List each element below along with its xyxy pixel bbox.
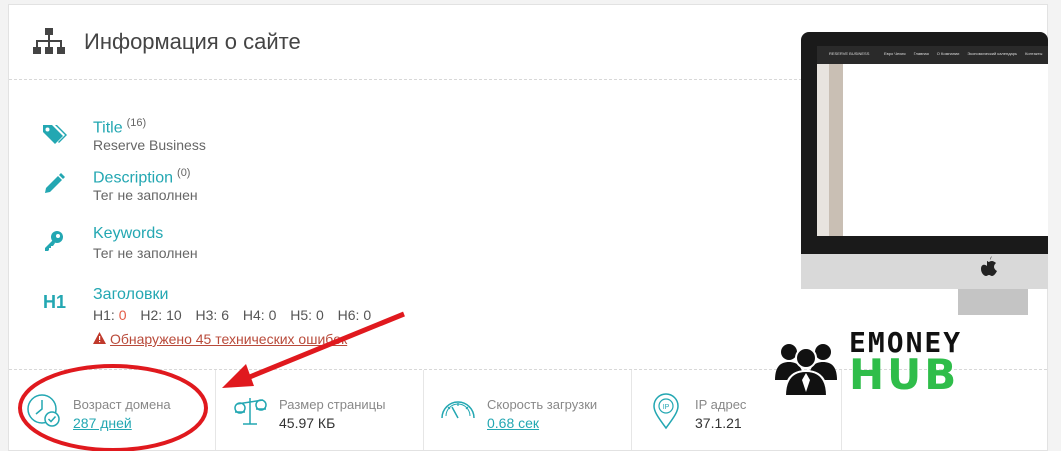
scales-icon (234, 398, 267, 425)
heading-count-h3: H3: 6 (195, 307, 230, 323)
meta-title-row: Title (16) Reserve Business (9, 117, 429, 161)
pencil-icon (45, 173, 65, 193)
meta-description-value: Тег не заполнен (93, 187, 198, 203)
clock-check-icon (27, 394, 60, 427)
heading-count-h2: H2: 10 (140, 307, 182, 323)
logo-line2: HUB (849, 350, 960, 399)
stat-load-speed: Скорость загрузки 0.68 сек (423, 370, 632, 450)
meta-title-value: Reserve Business (93, 137, 206, 153)
emoney-hub-logo: EMONEY HUB (771, 326, 991, 396)
page-title: Информация о сайте (84, 29, 301, 54)
domain-age-label: Возраст домена (73, 397, 171, 412)
map-pin-ip-icon: IP (653, 393, 679, 430)
load-speed-label: Скорость загрузки (487, 397, 598, 412)
people-group-icon (775, 344, 837, 396)
headings-label[interactable]: Заголовки (93, 286, 168, 304)
technical-errors-link[interactable]: Обнаружено 45 технических ошибок (93, 331, 347, 347)
preview-site-name: RESERVE BUSINESS (829, 51, 870, 56)
key-icon (45, 231, 63, 251)
tag-icon (43, 125, 67, 144)
sitemap-icon (33, 28, 65, 54)
heading-count-h1: H1: 0 (93, 307, 127, 323)
page-size-label: Размер страницы (279, 397, 386, 412)
domain-age-link[interactable]: 287 дней (73, 415, 132, 431)
meta-keywords-value: Тег не заполнен (93, 245, 198, 261)
load-speed-link[interactable]: 0.68 сек (487, 415, 539, 431)
h1-icon: H1 (43, 292, 67, 312)
heading-count-h6: H6: 0 (337, 307, 372, 323)
heading-count-h5: H5: 0 (290, 307, 324, 323)
ip-address-value: 37.1.21 (695, 415, 742, 431)
site-preview-monitor (801, 32, 1048, 315)
stat-page-size: Размер страницы 45.97 КБ (215, 370, 424, 450)
speedometer-icon (441, 401, 475, 419)
heading-count-h4: H4: 0 (242, 307, 277, 323)
meta-keywords-row: Keywords Тег не заполнен (9, 225, 429, 269)
warning-icon (93, 332, 106, 344)
meta-title-label[interactable]: Title (16) (93, 117, 146, 137)
headings-counts: H1: 0 H2: 10 H3: 6 H4: 0 H5: 0 H6: 0 (93, 307, 381, 323)
stat-domain-age: Возраст домена 287 дней (9, 370, 216, 450)
meta-description-row: Description (0) Тег не заполнен (9, 167, 429, 211)
ip-address-label: IP адрес (695, 397, 747, 412)
page-size-value: 45.97 КБ (279, 415, 336, 431)
meta-keywords-label[interactable]: Keywords (93, 225, 163, 243)
preview-nav: Евро Чехия Главная О Компании Экономический… (884, 51, 1043, 56)
meta-description-label[interactable]: Description (0) (93, 167, 190, 187)
svg-text:IP: IP (663, 404, 670, 411)
